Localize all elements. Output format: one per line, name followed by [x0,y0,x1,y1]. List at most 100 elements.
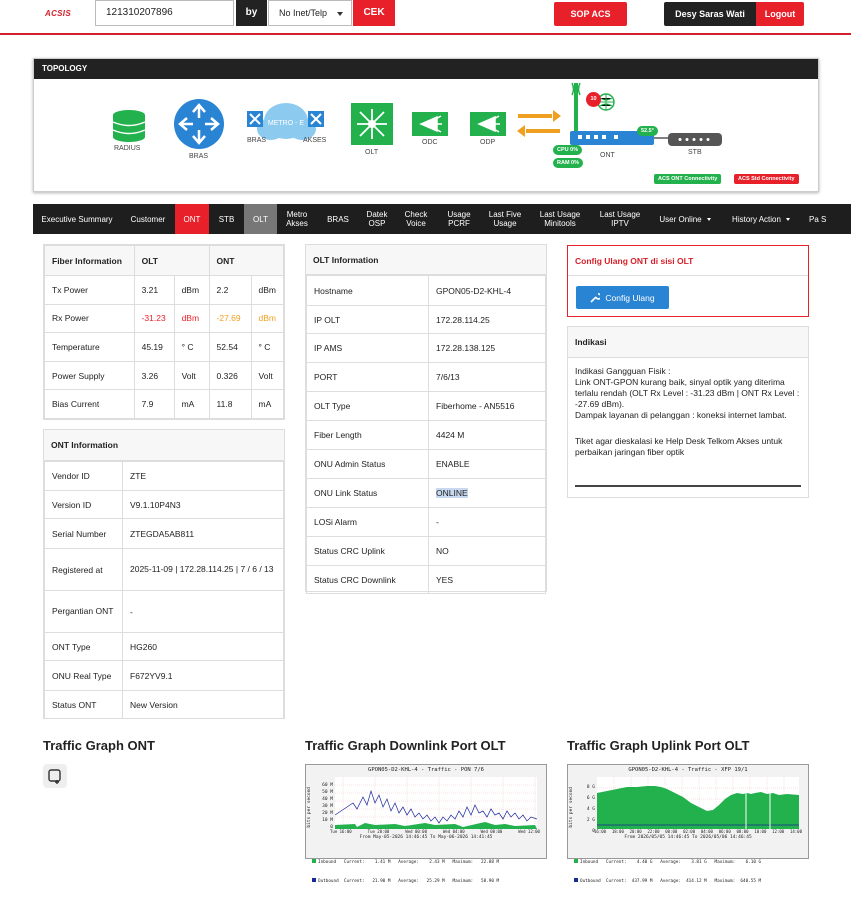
indikasi-line: Dampak layanan di pelanggan : koneksi in… [575,410,787,420]
app-logo[interactable]: ACSIS [45,9,71,18]
row-value: 7/6/13 [428,362,546,392]
indikasi-body: Indikasi Gangguan Fisik : Link ONT-GPON … [568,358,808,466]
ont-value: 2.2 [208,275,252,305]
search-type-select[interactable]: No Inet/Telp [268,0,352,26]
metro-cloud-icon: METRO - E [247,103,324,140]
table-row: PORT 7/6/13 [306,362,546,392]
ont-info-title: ONT Information [44,430,284,461]
tab-last-usage-iptv[interactable]: Last Usage IPTV [591,204,649,234]
tab-datek-osp[interactable]: Datek OSP [359,204,395,234]
row-value: ZTEGDA5AB811 [122,518,284,549]
table-row: Hostname GPON05-D2-KHL-4 [306,275,546,306]
tab-user-online[interactable]: User Online [649,204,721,234]
config-ulang-label: Config Ulang [605,292,655,303]
tab-customer[interactable]: Customer [121,204,175,234]
table-row: IP OLT 172.28.114.25 [306,305,546,334]
table-row: Serial Number ZTEGDA5AB811 [44,518,284,549]
indikasi-title: Indikasi [568,327,808,358]
tab-stb[interactable]: STB [209,204,244,234]
row-value: New Version [122,690,284,719]
table-row: Pergantian ONT - [44,590,284,633]
row-label: Pergantian ONT [44,590,123,633]
odc-icon [412,112,448,136]
tab-bras[interactable]: BRAS [317,204,359,234]
olt-value: 7.9 [133,389,175,419]
traffic-graph-ont-title: Traffic Graph ONT [43,738,155,753]
row-value: F672YV9.1 [122,660,284,691]
chevron-down-icon [785,217,790,221]
add-graph-button[interactable] [43,764,67,788]
tab-last-five-usage[interactable]: Last Five Usage [481,204,529,234]
divider [575,485,801,487]
row-label: Power Supply [44,360,135,391]
tab-olt[interactable]: OLT [244,204,277,234]
tab-usage-pcrf[interactable]: Usage PCRF [437,204,481,234]
ont-value: 0.326 [208,360,252,391]
tab-history-action-label: History Action [732,214,781,224]
tab-executive-summary[interactable]: Executive Summary [33,204,121,234]
indikasi-panel: Indikasi Indikasi Gangguan Fisik : Link … [567,326,809,498]
row-label: Status ONT [44,690,123,719]
tick-label: 22:00 [647,829,660,834]
olt-value: -31.23 [133,303,175,334]
uplink-xticks: 16:00 18:00 20:00 22:00 00:00 02:00 04:0… [594,829,802,834]
tick-label: 20:00 [629,829,642,834]
traffic-graph-downlink-title: Traffic Graph Downlink Port OLT [305,738,506,753]
cek-button[interactable]: CEK [353,0,395,26]
row-label: PORT [306,362,429,392]
tab-metro-akses[interactable]: Metro Akses [277,204,317,234]
olt-unit: mA [173,389,210,419]
table-row: Vendor ID ZTE [44,461,284,491]
row-value: GPON05-D2-KHL-4 [428,275,546,306]
config-ulang-button[interactable]: Config Ulang [576,286,669,309]
wrench-icon [590,292,601,303]
radius-icon [112,110,146,142]
uplink-date-range: From 2026/05/05 14:46:45 To 2026/05/06 1… [624,835,752,840]
main-nav: Executive Summary Customer ONT STB OLT M… [33,204,851,234]
tab-check-voice[interactable]: Check Voice [395,204,437,234]
ont-label: ONT [600,152,615,159]
tick-label: Wed 04:00 [442,829,465,834]
user-name[interactable]: Desy Saras Wati [664,2,756,26]
olt-value: 45.19 [133,332,175,362]
acs-ont-connectivity-badge[interactable]: ACS ONT Connectivity [654,174,722,184]
acs-stb-connectivity-badge[interactable]: ACS Std Connectivity [734,174,799,184]
tick-label: Wed 12:00 [518,829,540,834]
traffic-arrows-icon [517,110,561,137]
olt-unit: Volt [173,360,210,391]
tick-label: 06:00 [718,829,731,834]
tick-label: 60 M [322,783,333,788]
ont-unit: dBm [250,303,285,334]
uplink-yticks: 8 G 6 G 4 G 2 G 0 [580,782,595,837]
table-row: Version ID V9.1.10P4N3 [44,490,284,519]
bras2-label: BRAS [247,137,267,144]
odp-icon [470,112,506,136]
tab-ont[interactable]: ONT [175,204,209,234]
uplink-traffic-graph: GPON05-D2-KHL-4 - Traffic - XFP 19/1 bit… [567,764,809,884]
olt-icon [351,103,393,145]
uplink-ylabel: bits per second [569,787,574,828]
uplink-graph-header: GPON05-D2-KHL-4 - Traffic - XFP 19/1 [628,767,748,773]
tab-history-action[interactable]: History Action [721,204,801,234]
legend-swatch [574,878,578,882]
ram-badge: RAM 0% [553,158,584,168]
legend-outbound: Outbound Current: 437.99 M Average: 414.… [574,878,761,885]
tick-label: Wed 08:00 [480,829,503,834]
tick-label: 4 G [586,807,595,812]
header-divider [0,33,851,35]
sop-acs-button[interactable]: SOP ACS [554,2,627,26]
row-label: Temperature [44,332,135,362]
logout-button[interactable]: Logout [756,2,804,26]
fiber-row-tx: Tx Power 3.21 dBm 2.2 dBm [44,275,285,305]
tab-partial[interactable]: Pa S [801,204,829,234]
search-input[interactable]: 121310207896 [95,0,234,26]
fiber-info-header: Fiber Information [44,245,135,276]
row-label: Vendor ID [44,461,123,491]
tab-last-usage-minitools[interactable]: Last Usage Minitools [529,204,591,234]
row-label: Tx Power [44,275,135,305]
downlink-ylabel: bits per second [307,787,312,828]
tick-label: Wed 00:00 [405,829,427,834]
legend-inbound: Inbound Current: 1.41 M Average: 2.43 M … [312,859,499,866]
row-value: 2025-11-09 | 172.28.114.25 | 7 / 6 / 13 [122,548,284,591]
row-label: IP AMS [306,333,429,363]
